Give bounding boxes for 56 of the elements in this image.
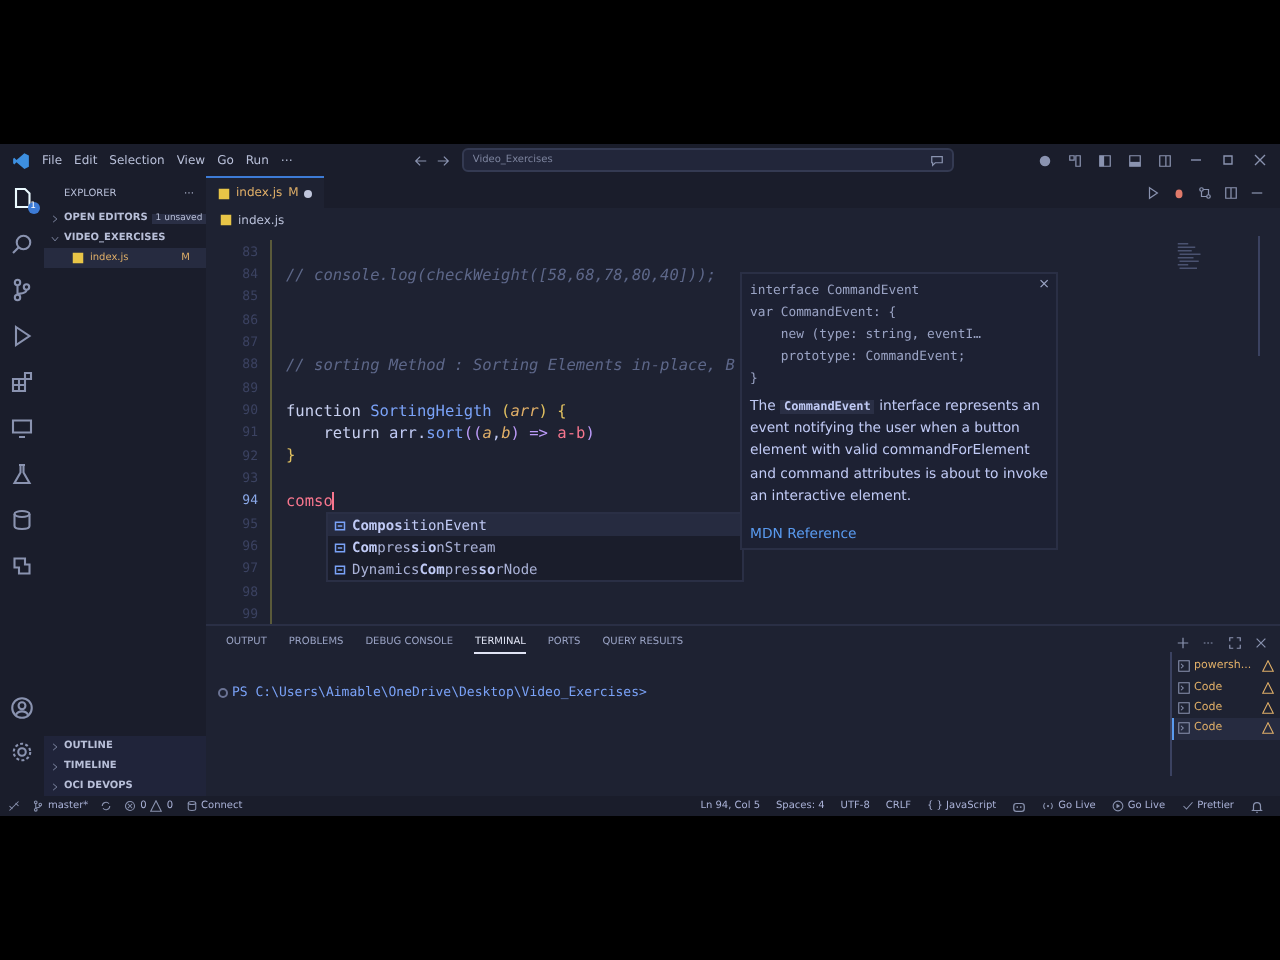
scrollbar[interactable] bbox=[1258, 236, 1260, 356]
interface-icon bbox=[334, 519, 346, 531]
plugin-icon[interactable] bbox=[10, 553, 34, 577]
terminal-icon bbox=[1178, 722, 1190, 735]
broadcast-icon bbox=[1042, 800, 1055, 812]
warning-icon bbox=[150, 800, 163, 812]
play-icon[interactable] bbox=[10, 323, 34, 347]
maximize-icon[interactable] bbox=[1228, 636, 1242, 650]
terminal-icon bbox=[1178, 701, 1190, 714]
bug-icon[interactable] bbox=[1172, 185, 1186, 199]
logo-icon bbox=[12, 151, 30, 169]
js-file-icon bbox=[72, 252, 84, 264]
bell-icon[interactable] bbox=[1250, 799, 1264, 813]
flask-icon[interactable] bbox=[10, 461, 34, 485]
check-icon bbox=[1181, 800, 1194, 812]
terminal-icon bbox=[1178, 681, 1190, 694]
error-icon bbox=[124, 800, 137, 812]
chevron-right-icon[interactable] bbox=[50, 761, 60, 771]
forward-arrow-icon[interactable] bbox=[436, 153, 451, 167]
database-icon bbox=[185, 800, 198, 812]
close-icon[interactable] bbox=[1252, 152, 1268, 168]
layout-icon[interactable] bbox=[1068, 153, 1082, 167]
prompt-marker bbox=[218, 687, 228, 697]
person-icon[interactable] bbox=[10, 696, 34, 720]
chevron-right-icon[interactable] bbox=[50, 741, 60, 751]
robot-icon[interactable] bbox=[1012, 799, 1027, 813]
document-icon[interactable] bbox=[10, 185, 34, 209]
branch-icon[interactable] bbox=[10, 277, 34, 301]
interface-icon bbox=[334, 563, 346, 575]
chat-icon bbox=[930, 153, 945, 167]
js-file-icon bbox=[218, 187, 230, 199]
blocks-icon[interactable] bbox=[10, 369, 34, 393]
branch-icon bbox=[32, 800, 44, 812]
split-layout-icon[interactable] bbox=[1158, 153, 1172, 167]
plus-icon[interactable] bbox=[1176, 636, 1190, 650]
chevron-right-icon[interactable] bbox=[50, 213, 60, 223]
compare-icon[interactable] bbox=[1198, 185, 1212, 199]
monitor-icon[interactable] bbox=[10, 415, 34, 439]
js-file-icon bbox=[220, 214, 232, 226]
terminal-icon bbox=[1178, 660, 1190, 673]
sidebar-toggle-icon[interactable] bbox=[1098, 153, 1112, 167]
text-cursor bbox=[332, 491, 335, 510]
close-icon[interactable] bbox=[1254, 636, 1268, 650]
maximize-icon[interactable] bbox=[1220, 152, 1236, 168]
chevron-down-icon[interactable] bbox=[50, 233, 60, 243]
sync-icon[interactable] bbox=[100, 800, 113, 812]
back-arrow-icon[interactable] bbox=[414, 153, 429, 167]
chevron-right-icon[interactable] bbox=[50, 781, 60, 791]
play-circle-icon bbox=[1111, 800, 1124, 812]
panel-toggle-icon[interactable] bbox=[1128, 153, 1142, 167]
search-icon[interactable] bbox=[10, 231, 34, 255]
settings-icon[interactable] bbox=[10, 740, 34, 764]
split-editor-icon[interactable] bbox=[1224, 185, 1238, 199]
database-icon[interactable] bbox=[10, 507, 34, 531]
play-icon[interactable] bbox=[1146, 185, 1160, 199]
interface-icon bbox=[334, 541, 346, 553]
